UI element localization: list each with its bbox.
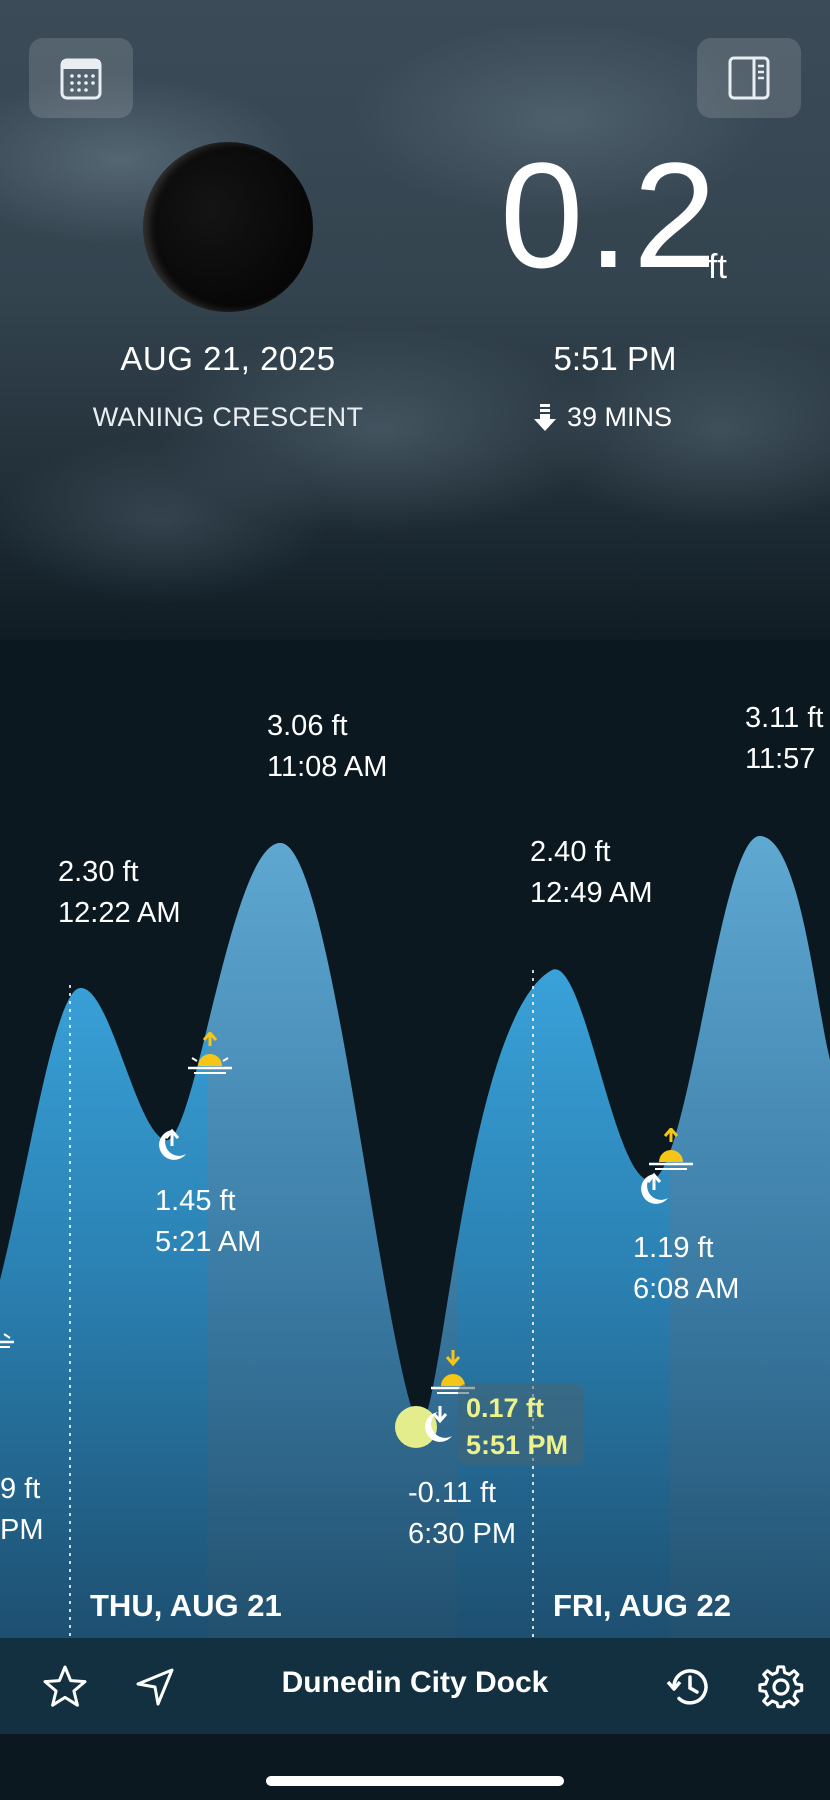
moonset-icon	[425, 1406, 452, 1442]
current-tide-tooltip: 0.17 ft 5:51 PM	[458, 1384, 584, 1466]
settings-button[interactable]	[756, 1662, 806, 1712]
extreme-time: 12:49 AM	[530, 877, 653, 909]
extreme-height: 1.45 ft	[155, 1185, 236, 1217]
station-name[interactable]: Dunedin City Dock	[250, 1666, 580, 1700]
moonrise-icon	[159, 1128, 186, 1160]
moon-phase-label: WANING CRESCENT	[92, 402, 364, 432]
extreme-height: 9 ft	[0, 1473, 41, 1505]
current-height-value: 0.2	[500, 131, 721, 299]
sunrise-icon	[649, 1128, 693, 1170]
current-tide-height: 0.17 ft	[466, 1393, 545, 1423]
extreme-height: 1.19 ft	[633, 1232, 714, 1264]
location-button[interactable]	[130, 1662, 180, 1712]
extreme-label-4: -0.11 ft 6:30 PM	[408, 1473, 516, 1555]
extreme-height: 3.06 ft	[267, 710, 348, 742]
extreme-label-7: 1.19 ft 6:08 AM	[633, 1228, 739, 1310]
extreme-height: 2.30 ft	[58, 856, 139, 888]
gear-icon	[758, 1665, 804, 1709]
extreme-height: 2.40 ft	[530, 836, 611, 868]
history-icon	[666, 1669, 708, 1705]
star-icon	[43, 1665, 87, 1707]
current-time: 5:51 PM	[553, 340, 677, 377]
sidebar-panel-icon	[728, 56, 770, 100]
day-label-fri: FRI, AUG 22	[553, 1588, 731, 1623]
sidebar-toggle-button[interactable]	[697, 38, 801, 118]
extreme-label-1: 2.30 ft 12:22 AM	[58, 852, 181, 934]
favorite-button[interactable]	[40, 1662, 90, 1712]
extreme-height: -0.11 ft	[408, 1477, 497, 1509]
current-height-unit: ft	[708, 248, 727, 286]
moon-phase-image	[143, 142, 313, 312]
moon-date: AUG 21, 2025	[120, 340, 336, 377]
arrow-down-icon	[534, 403, 556, 431]
extreme-label-2: 3.06 ft 11:08 AM	[267, 706, 387, 788]
moonrise-icon	[641, 1172, 668, 1204]
home-indicator[interactable]	[266, 1776, 564, 1786]
calendar-button[interactable]	[29, 38, 133, 118]
extreme-label-3: 1.45 ft 5:21 AM	[155, 1181, 261, 1263]
tide-countdown: 39 MINS	[533, 402, 672, 433]
bottom-toolbar: Dunedin City Dock	[0, 1638, 830, 1734]
home-indicator-area	[0, 1734, 830, 1800]
history-button[interactable]	[664, 1662, 714, 1712]
extreme-label-8: 9 ft PM	[0, 1469, 44, 1551]
current-tide-time: 5:51 PM	[466, 1430, 569, 1460]
day-label-thu: THU, AUG 21	[90, 1588, 282, 1623]
extreme-label-6: 3.11 ft 11:57	[745, 698, 830, 780]
extreme-time: 5:21 AM	[155, 1226, 262, 1258]
calendar-icon	[60, 58, 102, 100]
sunrise-icon	[188, 1032, 232, 1074]
extreme-height: 3.11 ft	[745, 702, 824, 734]
extreme-time: PM	[0, 1514, 44, 1546]
extreme-time: 6:08 AM	[633, 1273, 740, 1305]
countdown-text: 39 MINS	[567, 402, 673, 432]
sunset-icon	[0, 1333, 14, 1348]
extreme-time: 11:57	[745, 743, 816, 775]
extreme-time: 11:08 AM	[267, 751, 388, 783]
extreme-time: 12:22 AM	[58, 897, 181, 929]
extreme-label-5: 2.40 ft 12:49 AM	[530, 832, 653, 914]
location-arrow-icon	[136, 1668, 174, 1706]
extreme-time: 6:30 PM	[408, 1518, 516, 1550]
